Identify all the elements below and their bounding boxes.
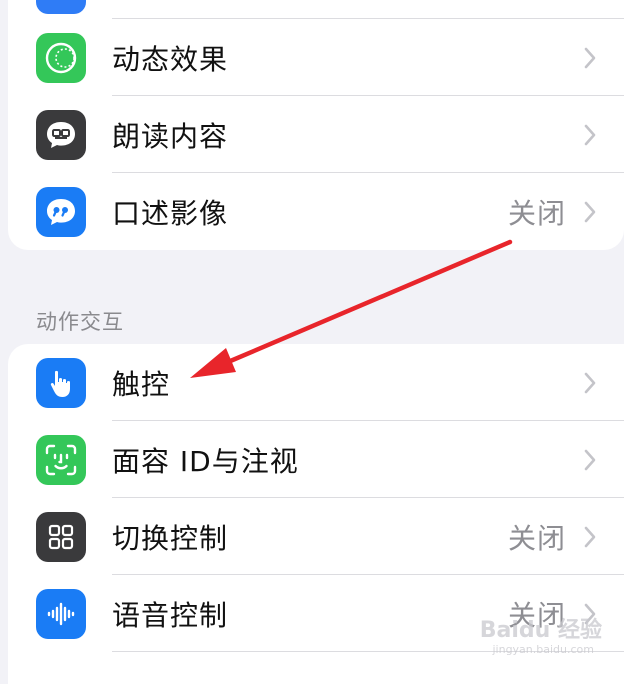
motion-circle-icon	[36, 32, 86, 83]
row-label: 面容 ID与注视	[112, 444, 299, 478]
settings-row-face-id[interactable]: 面容 ID与注视	[8, 421, 624, 498]
chevron-right-icon	[584, 124, 596, 145]
hand-pointer-icon	[36, 357, 86, 408]
row-label: 朗读内容	[112, 119, 229, 153]
watermark-url: jingyan.baidu.com	[492, 643, 594, 656]
row-value: 关闭	[507, 521, 566, 555]
settings-row-partial[interactable]	[8, 0, 624, 19]
row-label: 语音控制	[112, 598, 229, 632]
section-header: 动作交互	[36, 310, 124, 334]
vision-settings-group: 动态效果 朗读内容 口述影像 关闭	[8, 0, 624, 250]
quote-bubble-icon	[36, 186, 86, 237]
chevron-right-icon	[584, 372, 596, 393]
settings-row-motion[interactable]: 动态效果	[8, 19, 624, 96]
settings-row-switch-control[interactable]: 切换控制 关闭	[8, 498, 624, 575]
row-label: 动态效果	[112, 42, 229, 76]
row-label: 切换控制	[112, 521, 229, 555]
face-id-icon	[36, 434, 86, 485]
row-value: 关闭	[507, 196, 566, 230]
settings-row-speech[interactable]: 朗读内容	[8, 96, 624, 173]
chevron-right-icon	[584, 47, 596, 68]
row-label: 触控	[112, 367, 171, 401]
partial-blue-icon	[36, 0, 86, 14]
watermark-logo: Baidu 经验	[479, 618, 602, 643]
settings-row-audio-description[interactable]: 口述影像 关闭	[8, 173, 624, 250]
row-label: 口述影像	[112, 196, 229, 230]
chevron-right-icon	[584, 201, 596, 222]
grid-squares-icon	[36, 511, 86, 562]
speech-bubble-icon	[36, 109, 86, 160]
chevron-right-icon	[584, 449, 596, 470]
voice-wave-icon	[36, 588, 86, 639]
settings-row-touch[interactable]: 触控	[8, 344, 624, 421]
chevron-right-icon	[584, 526, 596, 547]
